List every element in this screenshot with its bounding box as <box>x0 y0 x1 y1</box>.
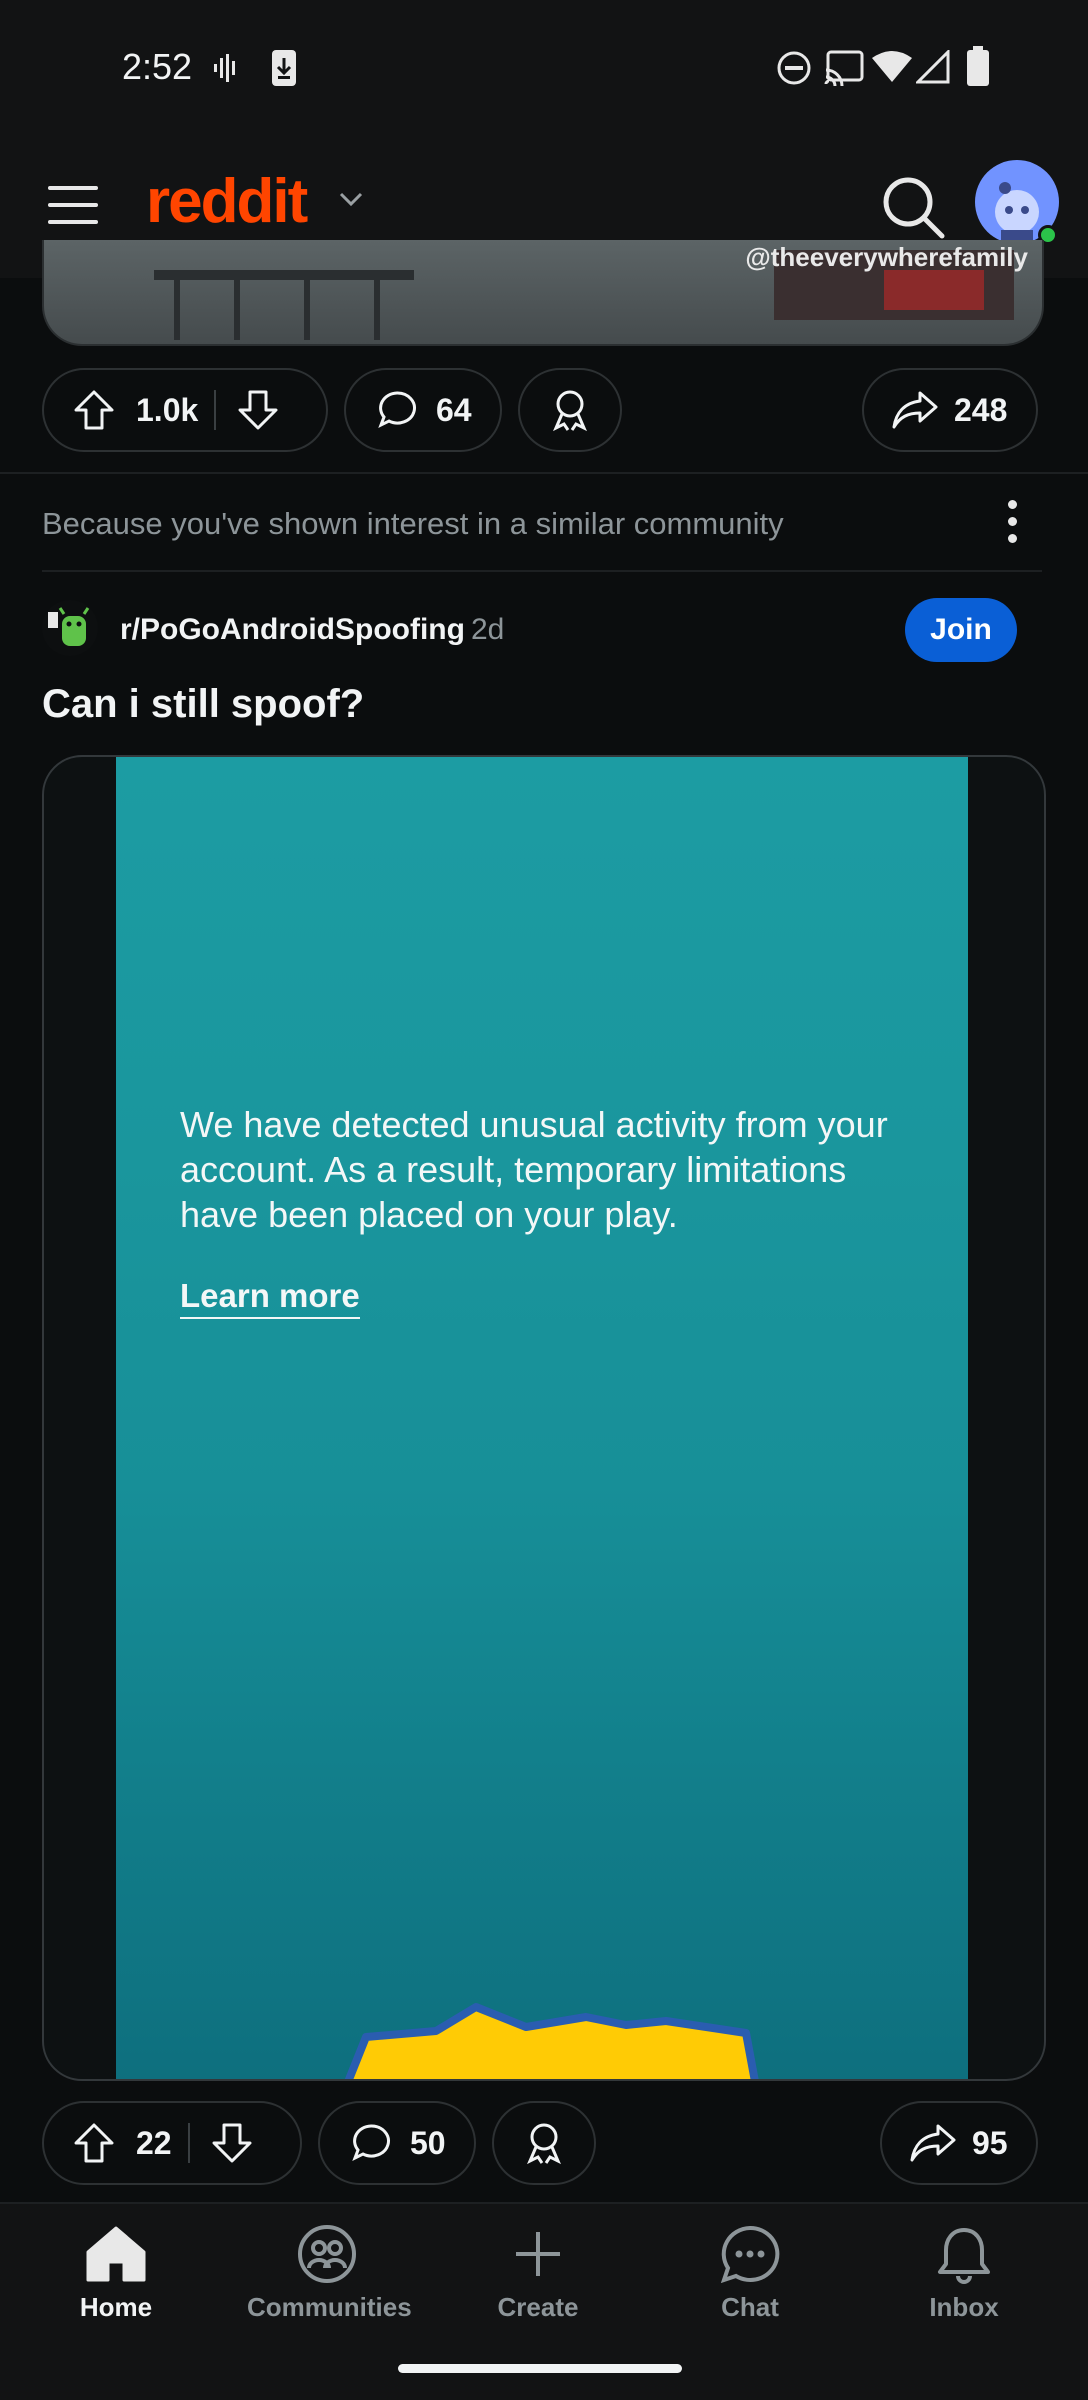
status-bar: 2:52 <box>0 0 1088 130</box>
video-learn-more-link: Learn more <box>180 1277 360 1319</box>
share-button[interactable]: 248 <box>862 368 1038 452</box>
vote-divider <box>214 390 216 430</box>
share-count: 248 <box>954 391 1008 428</box>
recommendation-divider <box>42 570 1042 572</box>
vote-divider <box>188 2123 190 2163</box>
join-button[interactable]: Join <box>905 598 1017 662</box>
vote-control: 1.0k <box>42 368 328 452</box>
nav-inbox-label: Inbox <box>929 2292 999 2322</box>
nav-create[interactable]: Create <box>458 2224 618 2323</box>
menu-icon[interactable] <box>48 186 98 224</box>
more-options-icon[interactable] <box>1000 500 1024 548</box>
chevron-down-icon[interactable] <box>338 190 364 208</box>
video-message: We have detected unusual activity from y… <box>180 1104 888 1235</box>
chat-icon <box>720 2225 780 2284</box>
battery-icon <box>967 46 989 86</box>
award-icon <box>527 2123 561 2165</box>
award-button[interactable] <box>492 2101 596 2185</box>
upvote-count: 22 <box>136 2124 172 2161</box>
downvote-icon[interactable] <box>236 388 280 432</box>
nav-communities[interactable]: Communities <box>247 2224 412 2323</box>
nav-communities-label: Communities <box>247 2292 412 2322</box>
pokemon-logo <box>344 2003 759 2079</box>
share-icon <box>910 2124 956 2162</box>
home-icon <box>86 2226 146 2282</box>
comment-icon <box>352 2124 390 2162</box>
status-time: 2:52 <box>122 46 193 87</box>
video-frame: We have detected unusual activity from y… <box>116 757 968 2079</box>
cast-icon <box>824 50 864 86</box>
post-age: 2d <box>471 613 505 646</box>
plus-icon <box>516 2232 560 2276</box>
upvote-icon[interactable] <box>72 2121 116 2165</box>
previous-post-media[interactable]: @theeverywherefamily <box>42 240 1044 346</box>
feed-separator <box>0 472 1088 474</box>
nav-home[interactable]: Home <box>36 2224 196 2323</box>
upvote-count: 1.0k <box>136 391 199 428</box>
downvote-icon[interactable] <box>210 2121 254 2165</box>
share-icon <box>892 391 938 429</box>
award-button[interactable] <box>518 368 622 452</box>
video-watermark: @theeverywherefamily <box>745 242 1028 272</box>
reddit-logo[interactable]: reddit <box>146 166 308 237</box>
post-title[interactable]: Can i still spoof? <box>42 682 364 727</box>
comment-count: 50 <box>410 2124 446 2161</box>
recommendation-reason: Because you've shown interest in a simil… <box>42 506 784 541</box>
download-icon <box>272 50 296 86</box>
post-video[interactable]: We have detected unusual activity from y… <box>42 755 1046 2081</box>
gesture-home-indicator[interactable] <box>398 2364 682 2373</box>
upvote-icon[interactable] <box>72 388 116 432</box>
comments-button[interactable]: 64 <box>344 368 502 452</box>
subreddit-name[interactable]: r/PoGoAndroidSpoofing <box>120 613 465 647</box>
subreddit-icon[interactable] <box>42 600 98 656</box>
communities-icon <box>298 2225 356 2283</box>
wifi-icon <box>872 51 912 82</box>
share-count: 95 <box>972 2124 1008 2161</box>
nav-create-label: Create <box>497 2292 579 2322</box>
share-button[interactable]: 95 <box>880 2101 1038 2185</box>
signal-icon <box>916 50 950 84</box>
nav-home-label: Home <box>79 2292 153 2322</box>
comments-button[interactable]: 50 <box>318 2101 476 2185</box>
do-not-disturb-icon <box>777 51 811 85</box>
nav-inbox[interactable]: Inbox <box>884 2224 1044 2323</box>
vote-control: 22 <box>42 2101 302 2185</box>
comment-icon <box>378 391 416 429</box>
bell-icon <box>938 2228 990 2284</box>
search-icon[interactable] <box>878 172 948 242</box>
award-icon <box>553 390 587 432</box>
voicemail-icon <box>214 54 235 82</box>
comment-count: 64 <box>436 391 472 428</box>
nav-chat-label: Chat <box>721 2292 779 2322</box>
nav-chat[interactable]: Chat <box>670 2224 830 2323</box>
